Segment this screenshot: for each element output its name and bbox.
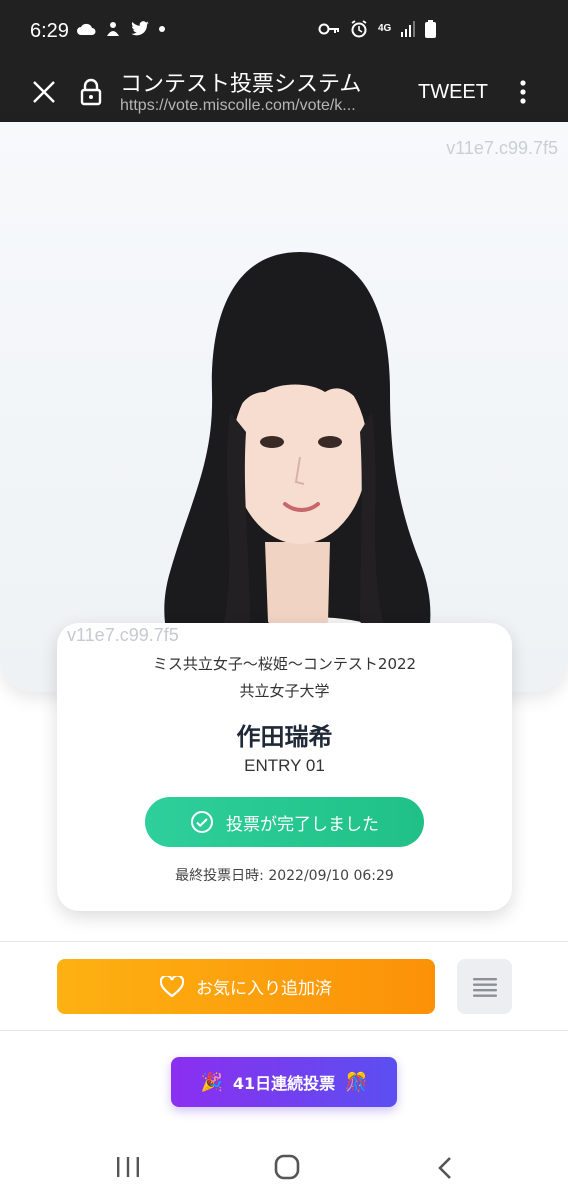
favorite-button[interactable]: お気に入り追加済	[57, 959, 435, 1014]
lock-icon[interactable]	[80, 78, 102, 106]
close-icon[interactable]	[30, 78, 58, 106]
confetti-ball-icon: 🎊	[345, 1071, 368, 1093]
key-icon	[318, 23, 339, 35]
status-time: 6:29	[30, 20, 69, 42]
streak-badge[interactable]: 🎉 41日連続投票 🎊	[171, 1057, 397, 1107]
custom-tab-toolbar: コンテスト投票システム https://vote.miscolle.com/vo…	[0, 64, 568, 122]
page-title: コンテスト投票システム	[120, 72, 362, 97]
vote-complete-button[interactable]: 投票が完了しました	[145, 797, 424, 847]
vote-status-label: 投票が完了しました	[226, 814, 379, 835]
dot-icon	[159, 26, 165, 32]
hero-section: v11e7.c99.7f5	[0, 122, 568, 692]
party-popper-icon: 🎉	[200, 1071, 223, 1093]
home-icon[interactable]	[274, 1154, 300, 1180]
university-name: 共立女子大学	[239, 682, 330, 700]
more-vert-icon[interactable]	[516, 78, 530, 106]
divider	[0, 1030, 568, 1031]
alarm-icon	[351, 20, 367, 38]
streak-label: 41日連続投票	[232, 1074, 336, 1093]
candidate-name: 作田瑞希	[236, 723, 333, 751]
last-vote-time: 最終投票日時: 2022/09/10 06:29	[175, 868, 394, 884]
contest-name: ミス共立女子〜桜姫〜コンテスト2022	[152, 655, 417, 673]
page-url[interactable]: https://vote.miscolle.com/vote/k...	[120, 97, 400, 115]
menu-button[interactable]	[457, 959, 512, 1014]
tweet-button[interactable]: TWEET	[418, 81, 488, 104]
divider	[0, 941, 568, 942]
battery-icon	[425, 20, 437, 38]
check-circle-icon	[191, 811, 213, 833]
app-notification-icon	[107, 22, 119, 36]
entry-number: ENTRY 01	[244, 756, 325, 775]
status-system-icons: 4G	[318, 20, 437, 38]
back-icon[interactable]	[436, 1156, 454, 1180]
favorite-label: お気に入り追加済	[196, 979, 332, 999]
signal-icon	[401, 21, 416, 37]
watermark: v11e7.c99.7f5	[67, 625, 179, 645]
system-nav-bar	[0, 1136, 568, 1200]
status-bar: 6:29 4G	[0, 0, 568, 64]
twitter-icon	[131, 21, 149, 36]
status-notification-icons	[76, 20, 166, 38]
heart-icon	[160, 975, 184, 997]
recent-apps-icon[interactable]	[116, 1156, 140, 1178]
candidate-card: v11e7.c99.7f5 ミス共立女子〜桜姫〜コンテスト2022 共立女子大学…	[57, 623, 512, 911]
cloud-icon	[77, 23, 96, 35]
menu-icon	[472, 977, 497, 997]
network-type: 4G	[378, 23, 392, 34]
watermark: v11e7.c99.7f5	[446, 138, 558, 158]
